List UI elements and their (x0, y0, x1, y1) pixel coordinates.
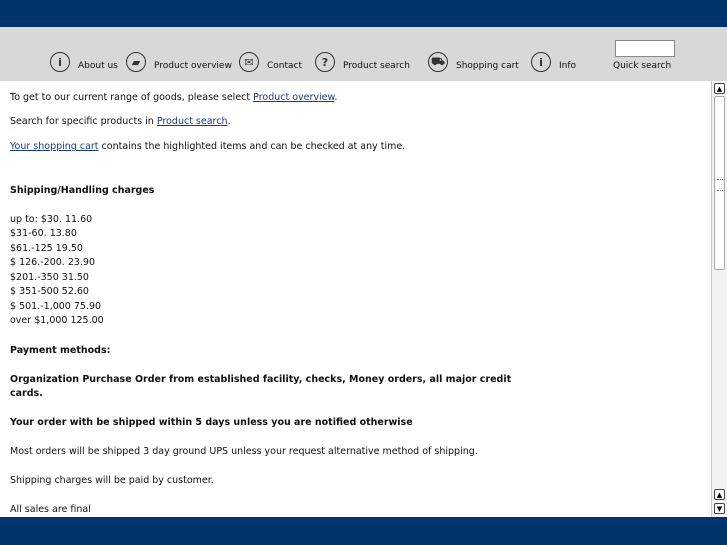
info-icon: i (531, 52, 551, 72)
quick-search-input[interactable] (615, 40, 675, 57)
intro-text: . (227, 116, 231, 127)
ship-notice: Your order with be shipped within 5 days… (10, 417, 413, 428)
question-icon: ? (315, 52, 335, 72)
shipping-row: over $1,000 125.00 (10, 315, 104, 326)
nav-label: Product search (343, 61, 410, 71)
intro-product-search: Search for specific products in Product … (10, 115, 231, 130)
envelope-icon: ✉ (239, 52, 259, 72)
grip-icon (717, 179, 723, 191)
nav-label: Product overview (154, 61, 232, 71)
nav-label: About us (78, 61, 118, 71)
scroll-up-button-lower[interactable]: ▲ (714, 489, 725, 500)
scroll-thumb[interactable] (714, 96, 725, 270)
product-overview-icon: ▰ (126, 52, 146, 72)
nav-label: Info (559, 61, 577, 71)
nav-label: Shopping cart (456, 61, 519, 71)
cart-icon: ⛟ (428, 52, 448, 72)
shipping-row: up to: $30. 11.60 (10, 214, 93, 225)
shipping-row: $201.-350 31.50 (10, 272, 89, 283)
ups-note: Most orders will be shipped 3 day ground… (10, 446, 478, 457)
intro-text: . (334, 92, 338, 103)
charges-note: Shipping charges will be paid by custome… (10, 475, 214, 486)
nav-item-shopping-cart[interactable]: ⛟ Shopping cart (428, 49, 519, 75)
nav-item-contact[interactable]: ✉ Contact (239, 49, 302, 75)
intro-product-overview: To get to our current range of goods, pl… (10, 91, 337, 106)
shipping-row: $ 501.-1,000 75.90 (10, 301, 102, 312)
nav-item-info[interactable]: i Info (531, 49, 576, 75)
nav-item-about-us[interactable]: i About us (50, 49, 118, 75)
shipping-row: $ 126.-200. 23.90 (10, 257, 96, 268)
bottom-banner (0, 517, 727, 545)
payment-methods-text: cards. (10, 388, 43, 399)
shipping-heading: Shipping/Handling charges (10, 185, 155, 196)
scroll-up-button[interactable]: ▲ (714, 83, 725, 94)
product-search-link[interactable]: Product search (157, 116, 228, 127)
main-content: To get to our current range of goods, pl… (0, 81, 711, 517)
scroll-down-button[interactable]: ▼ (714, 503, 725, 514)
shipping-row: $ 351-500 52.60 (10, 286, 89, 297)
intro-text: contains the highlighted items and can b… (98, 141, 406, 152)
shipping-row: $31-60. 13.80 (10, 228, 77, 239)
info-icon: i (50, 52, 70, 72)
payment-heading: Payment methods: (10, 345, 111, 356)
nav-item-product-overview[interactable]: ▰ Product overview (126, 49, 232, 75)
payment-methods-text: Organization Purchase Order from establi… (10, 374, 512, 385)
shipping-row: $61.-125 19.50 (10, 243, 83, 254)
intro-shopping-cart: Your shopping cart contains the highligh… (10, 140, 405, 155)
nav-label: Contact (267, 61, 303, 71)
vertical-scrollbar[interactable]: ▲ ▲ ▼ (711, 81, 727, 517)
shopping-cart-link[interactable]: Your shopping cart (10, 141, 99, 152)
quick-search-label: Quick search (613, 61, 672, 71)
product-overview-link[interactable]: Product overview (253, 92, 334, 103)
final-note: All sales are final (10, 504, 91, 515)
intro-text: To get to our current range of goods, pl… (10, 92, 254, 103)
top-banner (0, 0, 727, 27)
nav-item-product-search[interactable]: ? Product search (315, 49, 410, 75)
intro-text: Search for specific products in (10, 116, 157, 127)
